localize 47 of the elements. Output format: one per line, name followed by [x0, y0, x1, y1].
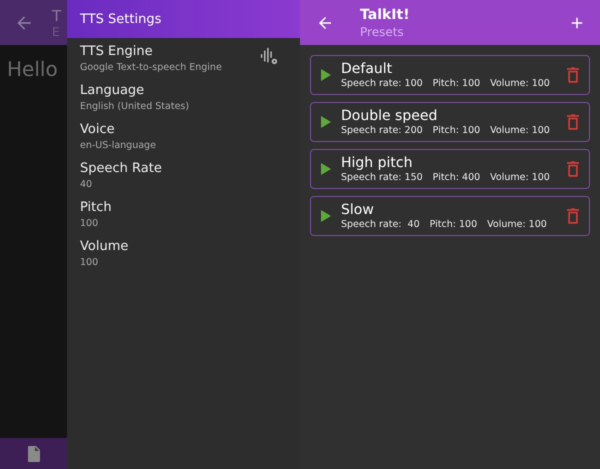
setting-value: 100 [80, 256, 100, 269]
delete-icon[interactable] [567, 161, 579, 177]
app-subtitle: Presets [360, 24, 405, 40]
preset-card[interactable]: Slow Speech rate: 40 Pitch: 100 Volume: 100 [310, 196, 590, 236]
content-text: Hello [7, 57, 58, 81]
speech-rate-text: Speech rate: 40 [341, 219, 420, 231]
panel-title: TTS Settings [80, 12, 162, 26]
setting-value: 100 [80, 217, 100, 230]
delete-icon[interactable] [567, 114, 579, 130]
document-icon[interactable] [28, 446, 40, 462]
app-title: TalkIt! [360, 6, 411, 24]
volume-text: Volume: 100 [490, 172, 550, 184]
app-title: T [52, 6, 62, 24]
play-icon[interactable] [321, 163, 331, 175]
preset-name: Slow [341, 201, 375, 219]
setting-value: en-US-language [80, 139, 157, 152]
pitch-text: Pitch: 100 [430, 219, 478, 231]
setting-label[interactable]: TTS Engine [80, 43, 260, 61]
play-icon[interactable] [321, 116, 331, 128]
speech-rate-text: Speech rate: 150 [341, 172, 423, 184]
setting-label[interactable]: Voice [80, 121, 278, 139]
preset-card[interactable]: High pitch Speech rate: 150 Pitch: 400 Volume: 100 [310, 149, 590, 189]
play-icon[interactable] [321, 210, 331, 222]
setting-value: English (United States) [80, 100, 190, 113]
setting-label[interactable]: Pitch [80, 199, 278, 217]
preset-name: Default [341, 60, 394, 78]
pitch-text: Pitch: 400 [432, 172, 480, 184]
preset-name: Double speed [341, 107, 438, 125]
preset-card[interactable]: Default Speech rate: 100 Pitch: 100 Volume: 100 [310, 55, 590, 95]
speech-rate-text: Speech rate: 200 [341, 125, 423, 137]
preset-name: High pitch [341, 154, 414, 172]
delete-icon[interactable] [567, 67, 579, 83]
volume-text: Volume: 100 [490, 125, 550, 137]
setting-value: 40 [80, 178, 94, 191]
volume-text: Volume: 100 [490, 78, 550, 90]
setting-label[interactable]: Speech Rate [80, 160, 278, 178]
delete-icon[interactable] [567, 208, 579, 224]
speech-rate-text: Speech rate: 100 [341, 78, 423, 90]
play-icon[interactable] [321, 69, 331, 81]
pitch-text: Pitch: 100 [432, 78, 480, 90]
preset-card[interactable]: Double speed Speech rate: 200 Pitch: 100 Volume: 100 [310, 102, 590, 142]
voice-settings-icon[interactable] [260, 46, 278, 64]
setting-label[interactable]: Language [80, 82, 278, 100]
setting-value: Google Text-to-speech Engine [80, 61, 223, 74]
volume-text: Volume: 100 [487, 219, 547, 231]
pitch-text: Pitch: 100 [432, 125, 480, 137]
setting-label[interactable]: Volume [80, 238, 278, 256]
